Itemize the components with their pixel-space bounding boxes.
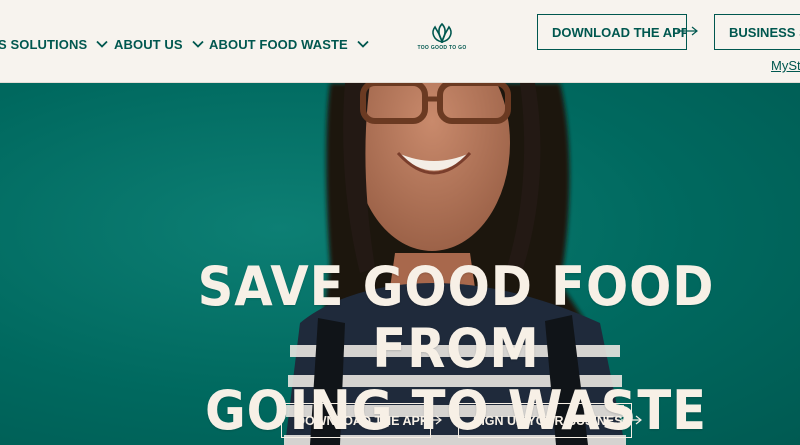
my-store-link[interactable]: MySt — [771, 58, 800, 73]
brand-logo[interactable]: TOO GOOD TO GO — [413, 22, 471, 62]
header-download-app-button[interactable]: DOWNLOAD THE APP — [537, 14, 687, 50]
header-business-signup-button[interactable]: BUSINESS SIG — [714, 14, 800, 50]
button-label: DOWNLOAD THE APP — [296, 413, 429, 428]
arrow-right-icon — [677, 26, 698, 36]
headline-line-1: SAVE GOOD FOOD FROM — [197, 255, 715, 380]
nav-label: ABOUT US — [114, 36, 183, 52]
hero-signup-business-button[interactable]: SIGN UP YOUR BUSINESS — [458, 403, 632, 438]
hero-section: SAVE GOOD FOOD FROM GOING TO WASTE DOWNL… — [0, 83, 800, 445]
nav-about-us[interactable]: ABOUT US — [114, 36, 204, 52]
site-header: S SOLUTIONS ABOUT US ABOUT FOOD WASTE TO… — [0, 0, 800, 83]
chevron-down-icon — [192, 40, 204, 48]
leaf-logo-icon — [432, 22, 452, 44]
nav-label: ABOUT FOOD WASTE — [209, 36, 348, 52]
button-label: SIGN UP YOUR BUSINESS — [473, 413, 631, 428]
nav-about-food-waste[interactable]: ABOUT FOOD WASTE — [209, 36, 369, 52]
arrow-right-icon — [621, 415, 642, 425]
hero-headline: SAVE GOOD FOOD FROM GOING TO WASTE — [174, 256, 737, 442]
nav-label: S SOLUTIONS — [0, 36, 88, 52]
logo-wordmark: TOO GOOD TO GO — [417, 45, 467, 51]
button-label: BUSINESS SIG — [729, 24, 800, 40]
button-label: DOWNLOAD THE APP — [552, 24, 687, 40]
chevron-down-icon — [96, 40, 108, 48]
nav-business-solutions[interactable]: S SOLUTIONS — [0, 36, 108, 52]
chevron-down-icon — [357, 40, 369, 48]
arrow-right-icon — [421, 415, 442, 425]
headline-line-2: GOING TO WASTE — [204, 379, 708, 442]
hero-download-app-button[interactable]: DOWNLOAD THE APP — [281, 403, 431, 438]
